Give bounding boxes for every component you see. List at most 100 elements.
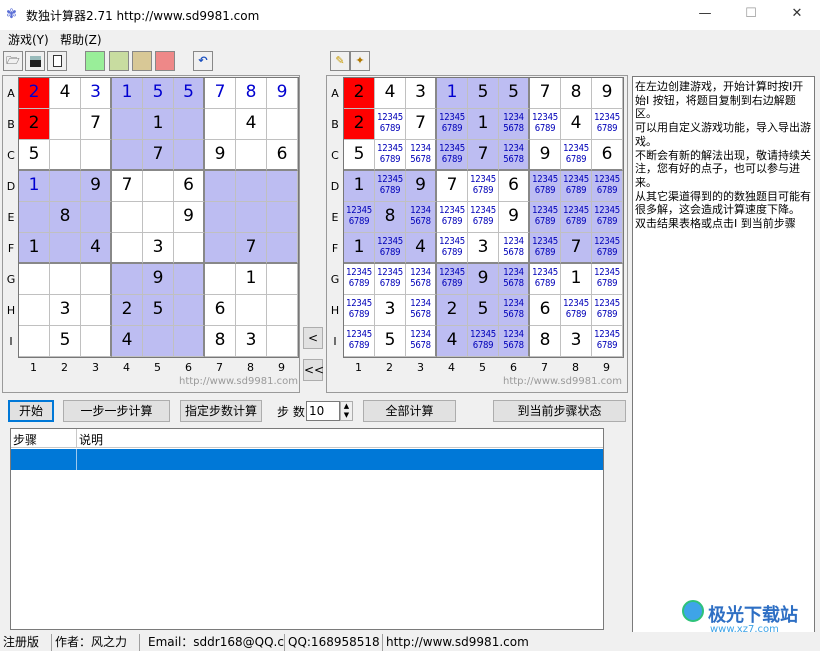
- copy-all-left-button[interactable]: <<: [303, 359, 324, 381]
- right-grid-cell[interactable]: 4: [437, 326, 468, 357]
- right-grid-cell[interactable]: 12345 6789: [530, 109, 561, 140]
- left-grid-cell[interactable]: [205, 109, 236, 140]
- right-grid-cell[interactable]: 12345 6789: [561, 140, 592, 171]
- right-grid-cell[interactable]: 4: [561, 109, 592, 140]
- right-grid-cell[interactable]: 2: [437, 295, 468, 326]
- right-grid-cell[interactable]: 8: [375, 202, 406, 233]
- right-grid-cell[interactable]: 12345 6789: [530, 233, 561, 264]
- start-button[interactable]: 开始: [8, 400, 54, 422]
- wizard-button[interactable]: ✦: [350, 51, 370, 71]
- n-steps-calc-button[interactable]: 指定步数计算: [180, 400, 262, 422]
- right-grid-cell[interactable]: 5: [468, 78, 499, 109]
- right-grid-cell[interactable]: 1: [468, 109, 499, 140]
- left-grid-cell[interactable]: 5: [143, 78, 174, 109]
- open-folder-button[interactable]: 🗁: [3, 51, 23, 71]
- left-grid-cell[interactable]: [50, 264, 81, 295]
- right-grid-cell[interactable]: 3: [468, 233, 499, 264]
- close-button[interactable]: ✕: [774, 0, 820, 30]
- right-grid-cell[interactable]: 2: [344, 109, 375, 140]
- all-calc-button[interactable]: 全部计算: [363, 400, 456, 422]
- right-grid-cell[interactable]: 12345 6789: [530, 264, 561, 295]
- right-grid-cell[interactable]: 12345 6789: [437, 109, 468, 140]
- left-grid-cell[interactable]: 7: [112, 171, 143, 202]
- left-grid-cell[interactable]: 4: [236, 109, 267, 140]
- left-grid-cell[interactable]: [174, 233, 205, 264]
- step-calc-button[interactable]: 一步一步计算: [63, 400, 170, 422]
- right-grid-cell[interactable]: 6: [530, 295, 561, 326]
- right-grid-cell[interactable]: 3: [561, 326, 592, 357]
- left-grid-cell[interactable]: 5: [19, 140, 50, 171]
- left-grid-cell[interactable]: 5: [50, 326, 81, 357]
- maximize-button[interactable]: ☐: [728, 0, 774, 30]
- right-grid-cell[interactable]: 3: [375, 295, 406, 326]
- right-grid-cell[interactable]: 1234 5678: [406, 140, 437, 171]
- right-grid-cell[interactable]: 12345 6789: [437, 202, 468, 233]
- right-grid-cell[interactable]: 12345 6789: [592, 109, 623, 140]
- spinner-up-icon[interactable]: ▲: [344, 402, 349, 410]
- right-grid-cell[interactable]: 1234 5678: [499, 109, 530, 140]
- left-grid-cell[interactable]: 9: [81, 171, 112, 202]
- steps-input[interactable]: 10: [306, 401, 340, 421]
- left-grid-cell[interactable]: [81, 140, 112, 171]
- left-grid-cell[interactable]: [267, 326, 298, 357]
- right-grid-cell[interactable]: 1234 5678: [499, 140, 530, 171]
- left-grid-cell[interactable]: [267, 109, 298, 140]
- steps-spinner[interactable]: ▲ ▼: [340, 401, 353, 421]
- right-grid-cell[interactable]: 1: [437, 78, 468, 109]
- left-grid-cell[interactable]: 9: [267, 78, 298, 109]
- left-grid-cell[interactable]: 4: [81, 233, 112, 264]
- menu-game[interactable]: 游戏(Y): [8, 31, 49, 48]
- right-grid-cell[interactable]: 4: [406, 233, 437, 264]
- color-red-button[interactable]: [155, 51, 175, 71]
- table-row[interactable]: [11, 449, 603, 470]
- left-grid-cell[interactable]: 2: [19, 78, 50, 109]
- left-grid-cell[interactable]: [236, 295, 267, 326]
- left-grid-cell[interactable]: [143, 171, 174, 202]
- left-grid-cell[interactable]: 1: [19, 233, 50, 264]
- left-grid-cell[interactable]: 8: [205, 326, 236, 357]
- right-grid-cell[interactable]: 12345 6789: [592, 295, 623, 326]
- goto-step-button[interactable]: 到当前步骤状态: [493, 400, 626, 422]
- right-grid-cell[interactable]: 12345 6789: [375, 233, 406, 264]
- right-grid-cell[interactable]: 1234 5678: [406, 295, 437, 326]
- left-grid-cell[interactable]: 8: [236, 78, 267, 109]
- minimize-button[interactable]: —: [682, 0, 728, 30]
- right-grid-cell[interactable]: 12345 6789: [468, 202, 499, 233]
- right-grid-cell[interactable]: 1: [344, 171, 375, 202]
- left-grid-cell[interactable]: [50, 140, 81, 171]
- left-grid-cell[interactable]: [50, 171, 81, 202]
- left-grid-cell[interactable]: 7: [143, 140, 174, 171]
- right-grid-cell[interactable]: 1: [561, 264, 592, 295]
- right-grid-cell[interactable]: 12345 6789: [437, 264, 468, 295]
- left-grid-cell[interactable]: [112, 202, 143, 233]
- left-grid-cell[interactable]: 1: [19, 171, 50, 202]
- color-olive-button[interactable]: [109, 51, 129, 71]
- left-grid-cell[interactable]: [267, 171, 298, 202]
- right-grid-cell[interactable]: 7: [468, 140, 499, 171]
- right-grid-cell[interactable]: 1234 5678: [499, 326, 530, 357]
- left-grid-cell[interactable]: [205, 202, 236, 233]
- left-grid-cell[interactable]: 7: [205, 78, 236, 109]
- left-grid-cell[interactable]: [81, 264, 112, 295]
- right-grid-cell[interactable]: 12345 6789: [437, 140, 468, 171]
- left-grid-cell[interactable]: [19, 295, 50, 326]
- left-grid-cell[interactable]: [174, 264, 205, 295]
- left-grid-cell[interactable]: 7: [236, 233, 267, 264]
- right-grid-cell[interactable]: 1234 5678: [499, 295, 530, 326]
- left-grid-cell[interactable]: [205, 264, 236, 295]
- new-file-button[interactable]: [47, 51, 67, 71]
- right-grid-cell[interactable]: 1234 5678: [499, 264, 530, 295]
- right-grid-cell[interactable]: 7: [406, 109, 437, 140]
- left-grid-cell[interactable]: [81, 202, 112, 233]
- copy-left-button[interactable]: <: [303, 327, 323, 349]
- right-grid-cell[interactable]: 12345 6789: [592, 202, 623, 233]
- right-grid-cell[interactable]: 9: [592, 78, 623, 109]
- right-grid-cell[interactable]: 12345 6789: [375, 109, 406, 140]
- left-grid-cell[interactable]: 1: [143, 109, 174, 140]
- right-grid-cell[interactable]: 12345 6789: [468, 171, 499, 202]
- left-grid-cell[interactable]: [236, 202, 267, 233]
- right-grid-cell[interactable]: 1234 5678: [406, 264, 437, 295]
- left-grid-cell[interactable]: [267, 295, 298, 326]
- right-grid-cell[interactable]: 9: [530, 140, 561, 171]
- left-grid-cell[interactable]: 5: [143, 295, 174, 326]
